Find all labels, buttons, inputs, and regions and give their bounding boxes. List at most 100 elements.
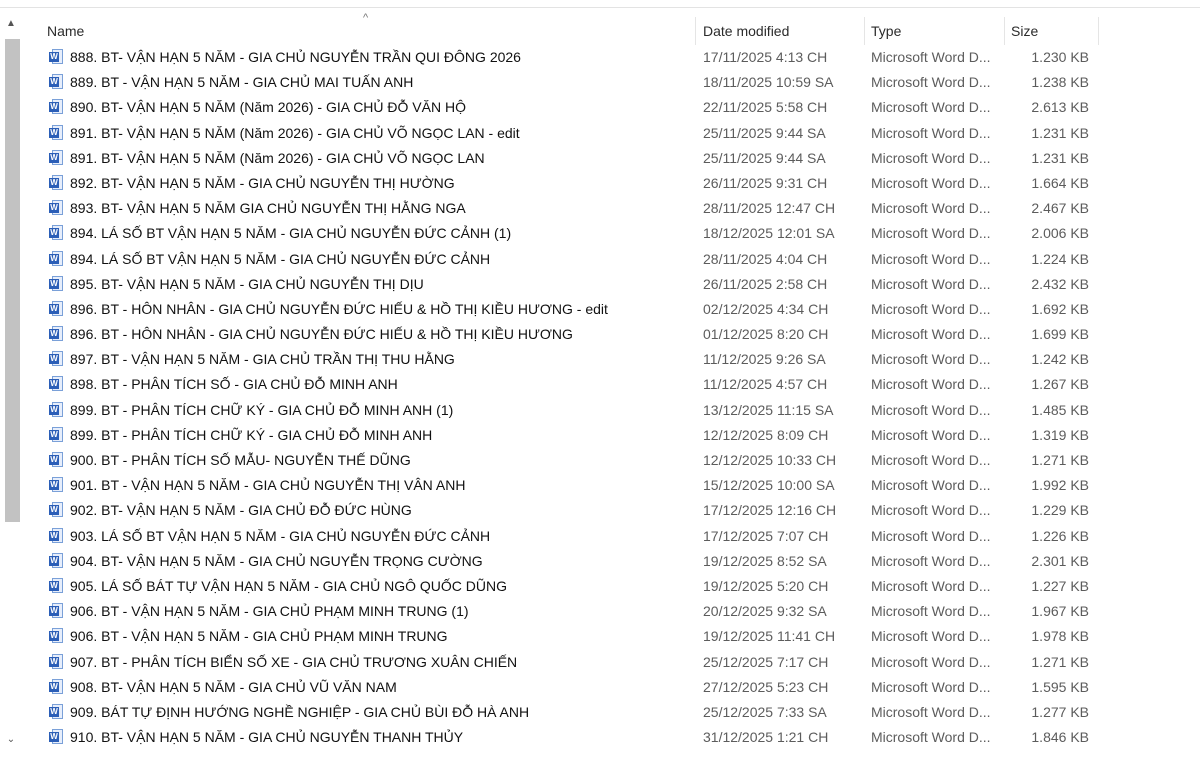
file-type: Microsoft Word D... (871, 124, 991, 141)
file-size: 1.967 KB (1031, 603, 1089, 620)
file-row[interactable]: W 904. BT- VẬN HẠN 5 NĂM - GIA CHỦ NGUYỄN… (37, 549, 1100, 574)
scroll-up-arrow-icon[interactable]: ▲ (3, 17, 19, 31)
word-document-icon: W (49, 703, 63, 719)
file-name-cell[interactable]: W 894. LÁ SỐ BT VẬN HẠN 5 NĂM - GIA CHỦ N… (49, 221, 694, 246)
file-row[interactable]: W 894. LÁ SỐ BT VẬN HẠN 5 NĂM - GIA CHỦ N… (37, 221, 1100, 246)
file-size: 1.485 KB (1031, 401, 1089, 418)
scroll-down-arrow-icon[interactable]: ⌄ (3, 733, 19, 747)
file-name-cell[interactable]: W 896. BT - HÔN NHÂN - GIA CHỦ NGUYỄN ĐỨC… (49, 322, 694, 347)
file-row[interactable]: W 888. BT- VẬN HẠN 5 NĂM - GIA CHỦ NGUYỄN… (37, 45, 1100, 70)
file-row[interactable]: W 905. LÁ SỐ BÁT TỰ VẬN HẠN 5 NĂM - GIA C… (37, 574, 1100, 599)
file-row[interactable]: W 907. BT - PHÂN TÍCH BIỂN SỐ XE - GIA CH… (37, 650, 1100, 675)
file-row[interactable]: W 896. BT - HÔN NHÂN - GIA CHỦ NGUYỄN ĐỨC… (37, 322, 1100, 347)
file-size: 1.271 KB (1031, 452, 1089, 468)
column-header-name[interactable]: Name (41, 17, 691, 45)
file-name-cell[interactable]: W 892. BT- VẬN HẠN 5 NĂM - GIA CHỦ NGUYỄN… (49, 171, 694, 196)
word-document-icon: W (49, 729, 63, 745)
vertical-scrollbar[interactable]: ▲ ⌄ (0, 17, 22, 752)
file-row[interactable]: W 910. BT- VẬN HẠN 5 NĂM - GIA CHỦ NGUYỄN… (37, 725, 1100, 750)
file-name-cell[interactable]: W 907. BT - PHÂN TÍCH BIỂN SỐ XE - GIA CH… (49, 650, 694, 675)
file-size: 1.267 KB (1031, 376, 1089, 393)
file-type: Microsoft Word D... (871, 577, 991, 594)
file-name: 902. BT- VẬN HẠN 5 NĂM - GIA CHỦ ĐỖ ĐỨC … (70, 502, 412, 519)
file-row[interactable]: W 899. BT - PHÂN TÍCH CHỮ KÝ - GIA CHỦ ĐỖ… (37, 423, 1100, 448)
file-name-cell[interactable]: W 893. BT- VẬN HẠN 5 NĂM GIA CHỦ NGUYỄN T… (49, 196, 694, 221)
column-divider[interactable] (1098, 17, 1099, 45)
file-name-cell[interactable]: W 891. BT- VẬN HẠN 5 NĂM (Năm 2026) - GIA… (49, 121, 694, 146)
date-modified: 28/11/2025 4:04 CH (703, 250, 828, 267)
file-row[interactable]: W 897. BT - VẬN HẠN 5 NĂM - GIA CHỦ TRẦN … (37, 347, 1100, 372)
file-row[interactable]: W 903. LÁ SỐ BT VẬN HẠN 5 NĂM - GIA CHỦ N… (37, 524, 1100, 549)
file-row[interactable]: W 891. BT- VẬN HẠN 5 NĂM (Năm 2026) - GIA… (37, 146, 1100, 171)
file-row[interactable]: W 890. BT- VẬN HẠN 5 NĂM (Năm 2026) - GIA… (37, 95, 1100, 120)
word-document-icon: W (49, 250, 63, 266)
file-size: 1.692 KB (1031, 300, 1089, 317)
date-modified: 26/11/2025 2:58 CH (703, 275, 828, 292)
word-document-icon: W (49, 174, 63, 190)
word-document-icon: W (49, 502, 63, 518)
file-name-cell[interactable]: W 910. BT- VẬN HẠN 5 NĂM - GIA CHỦ NGUYỄN… (49, 725, 694, 750)
file-row[interactable]: W 899. BT - PHÂN TÍCH CHỮ KÝ - GIA CHỦ ĐỖ… (37, 398, 1100, 423)
file-row[interactable]: W 906. BT - VẬN HẠN 5 NĂM - GIA CHỦ PHẠM … (37, 624, 1100, 649)
file-row[interactable]: W 902. BT- VẬN HẠN 5 NĂM - GIA CHỦ ĐỖ ĐỨC… (37, 498, 1100, 523)
column-header-type[interactable]: Type (865, 17, 1003, 45)
date-modified: 18/12/2025 12:01 SA (703, 225, 835, 242)
file-row[interactable]: W 906. BT - VẬN HẠN 5 NĂM - GIA CHỦ PHẠM … (37, 599, 1100, 624)
file-type: Microsoft Word D... (871, 275, 991, 292)
file-name: 892. BT- VẬN HẠN 5 NĂM - GIA CHỦ NGUYỄN … (70, 174, 455, 191)
file-row[interactable]: W 909. BÁT TỰ ĐỊNH HƯỚNG NGHỀ NGHIỆP - GI… (37, 700, 1100, 725)
file-name-cell[interactable]: W 897. BT - VẬN HẠN 5 NĂM - GIA CHỦ TRẦN … (49, 347, 694, 372)
file-name-cell[interactable]: W 908. BT- VẬN HẠN 5 NĂM - GIA CHỦ VŨ VĂN… (49, 675, 694, 700)
file-name-cell[interactable]: W 900. BT - PHÂN TÍCH SỐ MẪU- NGUYỄN THẾ … (49, 448, 694, 473)
date-modified: 18/11/2025 10:59 SA (703, 74, 834, 91)
file-size: 1.242 KB (1031, 351, 1089, 368)
file-name-cell[interactable]: W 905. LÁ SỐ BÁT TỰ VẬN HẠN 5 NĂM - GIA C… (49, 574, 694, 599)
date-modified: 17/12/2025 12:16 CH (703, 502, 837, 519)
file-name-cell[interactable]: W 902. BT- VẬN HẠN 5 NĂM - GIA CHỦ ĐỖ ĐỨC… (49, 498, 694, 523)
file-name-cell[interactable]: W 906. BT - VẬN HẠN 5 NĂM - GIA CHỦ PHẠM … (49, 624, 694, 649)
column-divider[interactable] (695, 17, 696, 45)
file-name: 906. BT - VẬN HẠN 5 NĂM - GIA CHỦ PHẠM M… (70, 628, 448, 645)
word-document-icon: W (49, 225, 63, 241)
file-name-cell[interactable]: W 906. BT - VẬN HẠN 5 NĂM - GIA CHỦ PHẠM … (49, 599, 694, 624)
scrollbar-thumb[interactable] (5, 39, 20, 522)
file-row[interactable]: W 894. LÁ SỐ BT VẬN HẠN 5 NĂM - GIA CHỦ N… (37, 247, 1100, 272)
file-type: Microsoft Word D... (871, 149, 991, 166)
file-name-cell[interactable]: W 894. LÁ SỐ BT VẬN HẠN 5 NĂM - GIA CHỦ N… (49, 247, 694, 272)
file-size: 1.231 KB (1031, 124, 1089, 141)
column-header-date-modified[interactable]: Date modified (697, 17, 863, 45)
file-row[interactable]: W 892. BT- VẬN HẠN 5 NĂM - GIA CHỦ NGUYỄN… (37, 171, 1100, 196)
file-name-cell[interactable]: W 909. BÁT TỰ ĐỊNH HƯỚNG NGHỀ NGHIỆP - GI… (49, 700, 694, 725)
file-name: 888. BT- VẬN HẠN 5 NĂM - GIA CHỦ NGUYỄN … (70, 49, 521, 65)
file-name-cell[interactable]: W 889. BT - VẬN HẠN 5 NĂM - GIA CHỦ MAI T… (49, 70, 694, 95)
file-row[interactable]: W 908. BT- VẬN HẠN 5 NĂM - GIA CHỦ VŨ VĂN… (37, 675, 1100, 700)
file-row[interactable]: W 896. BT - HÔN NHÂN - GIA CHỦ NGUYỄN ĐỨC… (37, 297, 1100, 322)
file-row[interactable]: W 889. BT - VẬN HẠN 5 NĂM - GIA CHỦ MAI T… (37, 70, 1100, 95)
file-row[interactable]: W 901. BT - VẬN HẠN 5 NĂM - GIA CHỦ NGUYỄ… (37, 473, 1100, 498)
file-name-cell[interactable]: W 895. BT- VẬN HẠN 5 NĂM - GIA CHỦ NGUYỄN… (49, 272, 694, 297)
file-type: Microsoft Word D... (871, 502, 991, 519)
file-row[interactable]: W 893. BT- VẬN HẠN 5 NĂM GIA CHỦ NGUYỄN T… (37, 196, 1100, 221)
file-row[interactable]: W 898. BT - PHÂN TÍCH SỐ - GIA CHỦ ĐỖ MIN… (37, 372, 1100, 397)
file-name: 891. BT- VẬN HẠN 5 NĂM (Năm 2026) - GIA … (70, 124, 520, 141)
file-name-cell[interactable]: W 890. BT- VẬN HẠN 5 NĂM (Năm 2026) - GIA… (49, 95, 694, 120)
file-name-cell[interactable]: W 891. BT- VẬN HẠN 5 NĂM (Năm 2026) - GIA… (49, 146, 694, 171)
file-row[interactable]: W 891. BT- VẬN HẠN 5 NĂM (Năm 2026) - GIA… (37, 121, 1100, 146)
file-name-cell[interactable]: W 904. BT- VẬN HẠN 5 NĂM - GIA CHỦ NGUYỄN… (49, 549, 694, 574)
file-name-cell[interactable]: W 896. BT - HÔN NHÂN - GIA CHỦ NGUYỄN ĐỨC… (49, 297, 694, 322)
file-row[interactable]: W 895. BT- VẬN HẠN 5 NĂM - GIA CHỦ NGUYỄN… (37, 272, 1100, 297)
file-row[interactable]: W 900. BT - PHÂN TÍCH SỐ MẪU- NGUYỄN THẾ … (37, 448, 1100, 473)
date-modified: 12/12/2025 10:33 CH (703, 452, 837, 468)
word-document-icon: W (49, 628, 63, 644)
file-name: 903. LÁ SỐ BT VẬN HẠN 5 NĂM - GIA CHỦ NG… (70, 527, 491, 544)
file-name: 894. LÁ SỐ BT VẬN HẠN 5 NĂM - GIA CHỦ NG… (70, 250, 491, 267)
file-size: 2.613 KB (1031, 99, 1089, 116)
file-name-cell[interactable]: W 899. BT - PHÂN TÍCH CHỮ KÝ - GIA CHỦ ĐỖ… (49, 423, 694, 448)
file-name-cell[interactable]: W 901. BT - VẬN HẠN 5 NĂM - GIA CHỦ NGUYỄ… (49, 473, 694, 498)
file-name-cell[interactable]: W 903. LÁ SỐ BT VẬN HẠN 5 NĂM - GIA CHỦ N… (49, 524, 694, 549)
file-name-cell[interactable]: W 899. BT - PHÂN TÍCH CHỮ KÝ - GIA CHỦ ĐỖ… (49, 398, 694, 423)
date-modified: 19/12/2025 11:41 CH (703, 628, 836, 645)
file-name-cell[interactable]: W 898. BT - PHÂN TÍCH SỐ - GIA CHỦ ĐỖ MIN… (49, 372, 694, 397)
column-header-size[interactable]: Size (1005, 17, 1097, 45)
file-name-cell[interactable]: W 888. BT- VẬN HẠN 5 NĂM - GIA CHỦ NGUYỄN… (49, 45, 694, 70)
